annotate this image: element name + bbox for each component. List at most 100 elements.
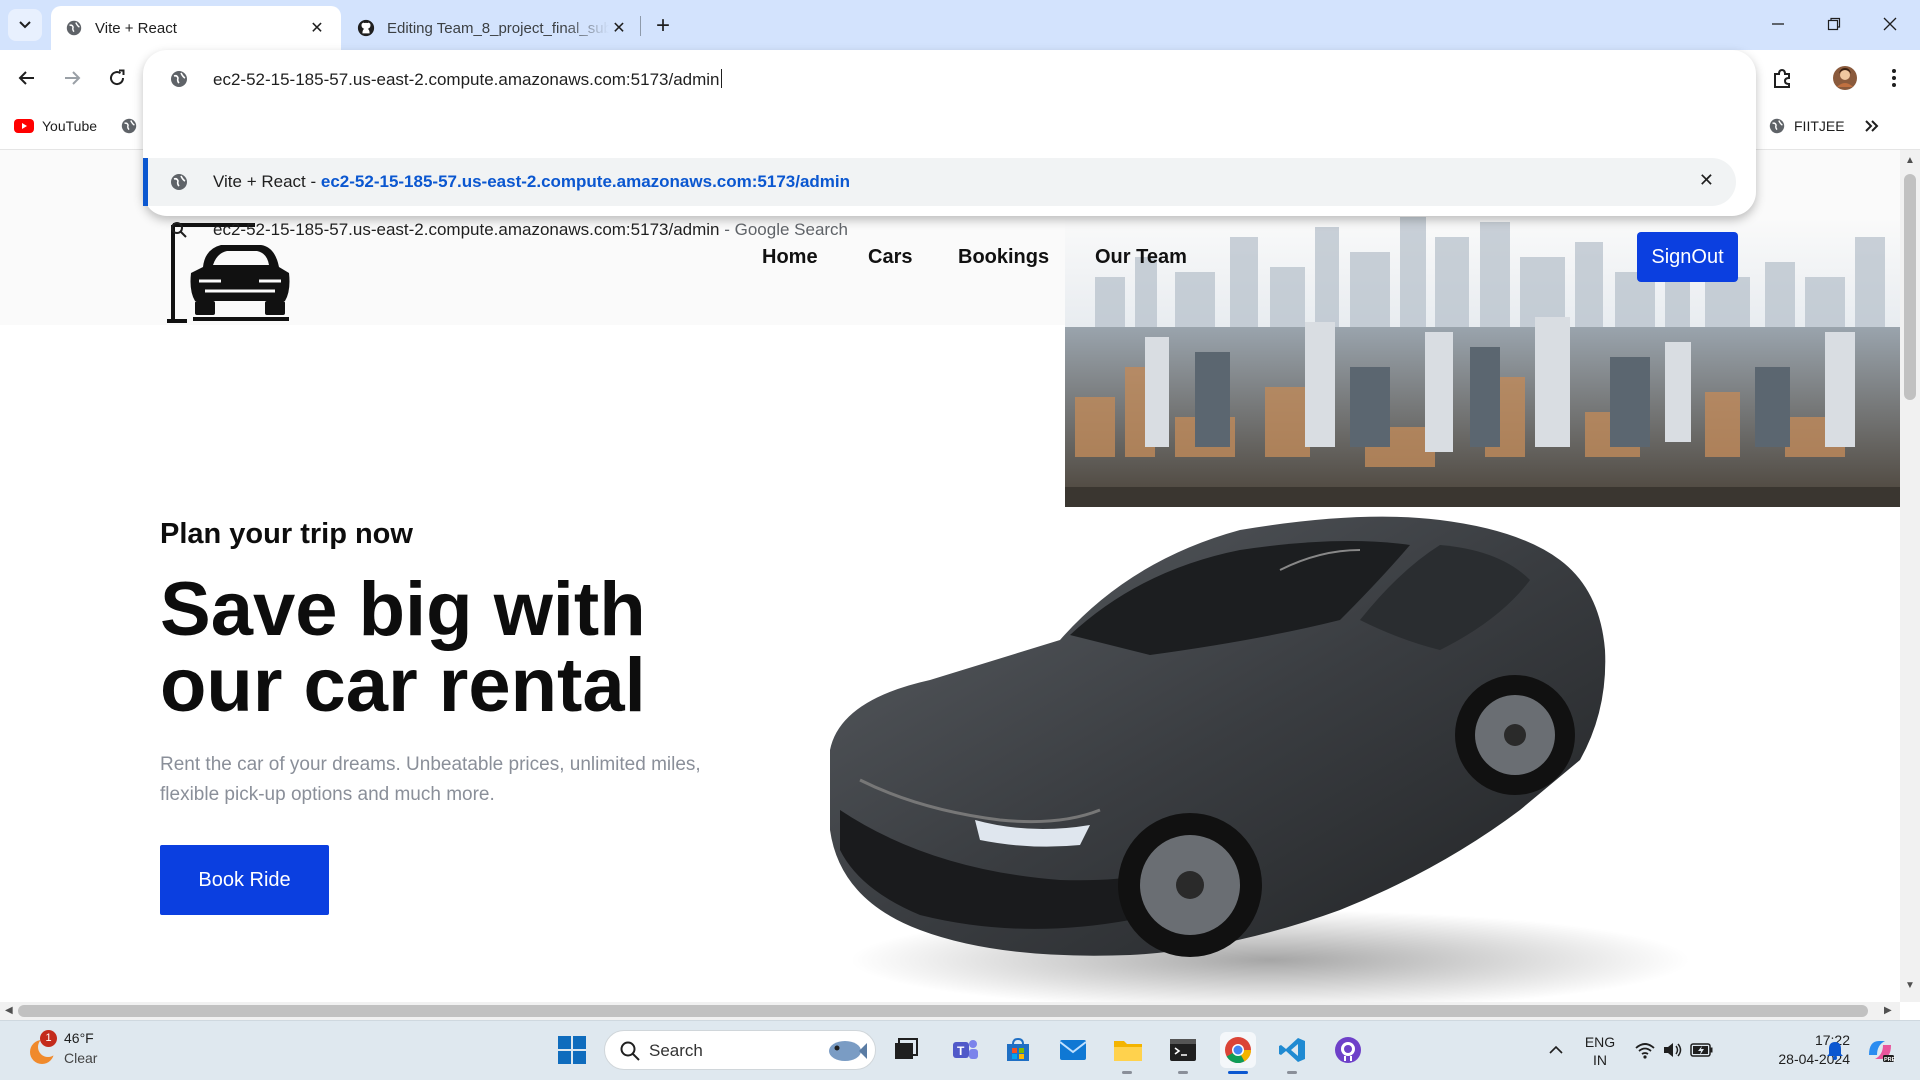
taskbar-search-box[interactable]: Search xyxy=(604,1030,876,1070)
windows-icon xyxy=(558,1036,586,1064)
chevron-down-icon xyxy=(19,21,31,29)
task-view-button[interactable] xyxy=(888,1032,924,1068)
address-input[interactable]: ec2-52-15-185-57.us-east-2.compute.amazo… xyxy=(213,69,722,90)
bookmark-fiitjee[interactable]: FIITJEE xyxy=(1768,114,1845,138)
suggestion-url: ec2-52-15-185-57.us-east-2.compute.amazo… xyxy=(320,172,851,191)
vertical-scrollbar[interactable]: ▲ ▼ xyxy=(1900,150,1920,1002)
hero-title-line: our car rental xyxy=(160,643,646,728)
minimize-icon xyxy=(1772,23,1784,25)
tab-search-button[interactable] xyxy=(8,9,42,41)
copilot-button[interactable]: PRE xyxy=(1862,1032,1898,1068)
youtube-icon xyxy=(14,119,34,133)
tab-title: Vite + React xyxy=(95,19,177,37)
start-button[interactable] xyxy=(554,1032,590,1068)
hero-title-line: Save big with xyxy=(160,567,646,652)
weather-condition: Clear xyxy=(64,1050,98,1066)
address-value: ec2-52-15-185-57.us-east-2.compute.amazo… xyxy=(213,70,720,89)
folder-icon xyxy=(1114,1041,1142,1061)
avatar-icon xyxy=(1833,66,1857,90)
taskbar-search-label: Search xyxy=(649,1041,703,1060)
horizontal-scrollbar[interactable]: ◀ ▶ xyxy=(0,1002,1900,1020)
scroll-left-arrow-icon[interactable]: ◀ xyxy=(5,1005,13,1016)
globe-icon xyxy=(171,174,187,190)
terminal-icon xyxy=(1170,1039,1196,1061)
suggestion-separator: - xyxy=(305,172,321,191)
language-region: IN xyxy=(1593,1052,1607,1068)
language-indicator[interactable]: ENG IN xyxy=(1582,1033,1618,1069)
new-tab-button[interactable]: + xyxy=(648,11,678,41)
github-icon xyxy=(357,19,375,37)
horizontal-scrollbar-thumb[interactable] xyxy=(18,1005,1868,1017)
reload-icon xyxy=(110,69,125,86)
bookmark-globe[interactable] xyxy=(120,114,138,138)
tab-vite-react[interactable]: Vite + React ✕ xyxy=(51,6,341,50)
svg-text:PRE: PRE xyxy=(1884,1057,1895,1063)
chevron-up-icon xyxy=(1549,1045,1563,1054)
battery-icon xyxy=(1690,1043,1713,1057)
tab-github-editing[interactable]: Editing Team_8_project_final_submission … xyxy=(343,6,643,50)
bookmark-label: YouTube xyxy=(42,118,98,134)
remove-suggestion-icon[interactable]: ✕ xyxy=(1699,170,1714,191)
github-desktop-icon xyxy=(1335,1037,1361,1063)
scroll-up-arrow-icon[interactable]: ▲ xyxy=(1905,155,1915,166)
github-desktop-button[interactable] xyxy=(1330,1032,1366,1068)
book-ride-button[interactable]: Book Ride xyxy=(160,845,329,915)
restore-button[interactable] xyxy=(1806,0,1862,48)
running-indicator xyxy=(1178,1071,1188,1074)
suggestion-text: ec2-52-15-185-57.us-east-2.compute.amazo… xyxy=(213,220,848,240)
copilot-icon: PRE xyxy=(1869,1041,1895,1063)
notifications-button[interactable] xyxy=(1817,1032,1853,1068)
reload-button[interactable] xyxy=(101,62,133,94)
arrow-right-icon xyxy=(65,71,81,85)
task-view-icon xyxy=(895,1038,918,1059)
suggestion-suffix: - Google Search xyxy=(719,220,849,239)
back-button[interactable] xyxy=(11,62,43,94)
show-hidden-icons-button[interactable] xyxy=(1538,1032,1574,1068)
suggestion-search-item[interactable]: ec2-52-15-185-57.us-east-2.compute.amazo… xyxy=(143,206,1756,254)
close-tab-icon[interactable]: ✕ xyxy=(609,18,629,38)
vscode-button[interactable] xyxy=(1274,1032,1310,1068)
scroll-down-arrow-icon[interactable]: ▼ xyxy=(1905,980,1915,991)
close-window-button[interactable] xyxy=(1862,0,1918,48)
file-explorer-button[interactable] xyxy=(1110,1032,1146,1068)
extensions-button[interactable] xyxy=(1766,62,1798,94)
suggestion-title: Vite + React xyxy=(213,172,306,191)
store-button[interactable] xyxy=(1000,1032,1036,1068)
mail-button[interactable] xyxy=(1055,1032,1091,1068)
profile-avatar[interactable] xyxy=(1829,62,1861,94)
address-bar[interactable]: ec2-52-15-185-57.us-east-2.compute.amazo… xyxy=(143,50,1756,108)
wifi-icon xyxy=(1635,1043,1655,1059)
hero-description: Rent the car of your dreams. Unbeatable … xyxy=(160,754,701,805)
selection-indicator xyxy=(143,158,148,206)
address-bar-dropdown: ec2-52-15-185-57.us-east-2.compute.amazo… xyxy=(143,50,1756,239)
suggestion-history-item[interactable]: Vite + React - ec2-52-15-185-57.us-east-… xyxy=(143,158,1736,206)
active-app-indicator xyxy=(1228,1071,1248,1074)
browser-menu-button[interactable] xyxy=(1878,62,1910,94)
bookmarks-overflow-button[interactable] xyxy=(1864,114,1880,138)
more-vertical-icon xyxy=(1892,69,1896,87)
tab-title: Editing Team_8_project_final_submission xyxy=(387,19,609,37)
forward-button[interactable] xyxy=(56,62,88,94)
globe-icon xyxy=(1769,118,1785,134)
teams-button[interactable]: T xyxy=(947,1032,983,1068)
search-icon xyxy=(620,1041,640,1061)
quick-settings-button[interactable] xyxy=(1628,1032,1720,1068)
close-icon xyxy=(1883,17,1897,31)
restore-icon xyxy=(1827,17,1841,31)
chevron-double-right-icon xyxy=(1865,120,1879,132)
terminal-button[interactable] xyxy=(1165,1032,1201,1068)
bookmark-youtube[interactable]: YouTube xyxy=(14,114,97,138)
mail-icon xyxy=(1059,1040,1087,1060)
volume-icon xyxy=(1664,1043,1682,1057)
page-viewport: Home Cars Bookings Our Team SignOut Plan… xyxy=(0,150,1900,1002)
tab-divider xyxy=(640,16,641,36)
close-tab-icon[interactable]: ✕ xyxy=(307,18,327,38)
bell-icon xyxy=(1827,1042,1843,1060)
suggestion-text: Vite + React - ec2-52-15-185-57.us-east-… xyxy=(213,172,850,192)
scroll-right-arrow-icon[interactable]: ▶ xyxy=(1884,1005,1892,1016)
chrome-button[interactable] xyxy=(1220,1032,1256,1068)
minimize-button[interactable] xyxy=(1750,0,1806,48)
vertical-scrollbar-thumb[interactable] xyxy=(1904,174,1916,400)
store-icon xyxy=(1007,1037,1029,1061)
teams-icon: T xyxy=(953,1040,978,1059)
